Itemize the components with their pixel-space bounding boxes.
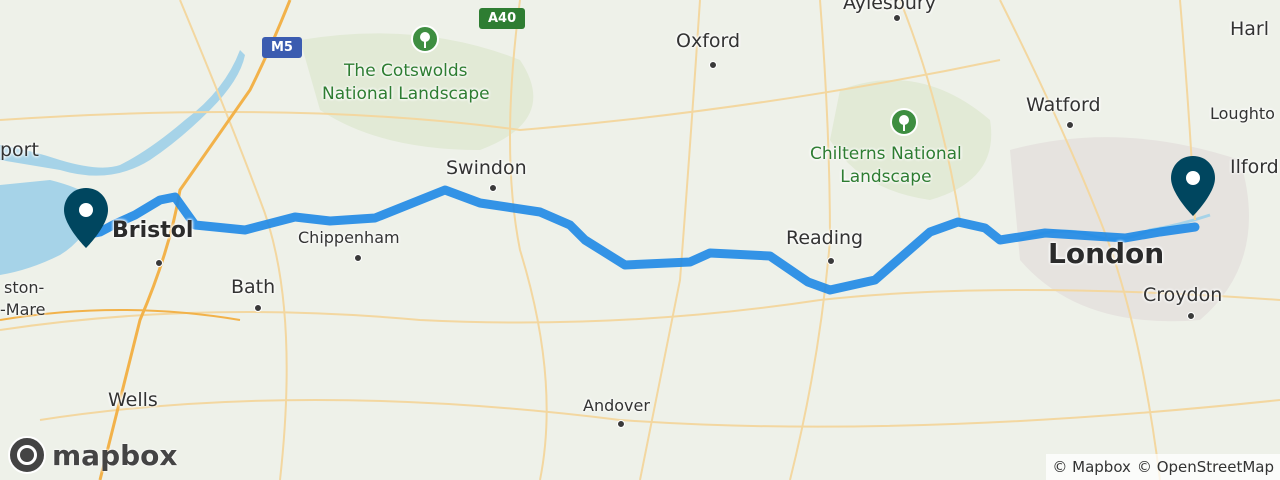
park-label-cotswolds: The Cotswolds National Landscape	[322, 61, 490, 104]
city-dot	[489, 184, 497, 192]
mapbox-logo-text: mapbox	[52, 438, 178, 472]
city-label: Ilford	[1230, 156, 1279, 178]
attribution-bar: © Mapbox © OpenStreetMap	[1046, 454, 1280, 480]
attribution-osm-link[interactable]: © OpenStreetMap	[1137, 458, 1274, 476]
city-label: Loughto	[1210, 104, 1275, 123]
city-dot	[254, 304, 262, 312]
city-label: Swindon	[446, 157, 527, 179]
city-label: Aylesbury	[843, 0, 936, 14]
city-dot	[354, 254, 362, 262]
city-label: Croydon	[1143, 284, 1223, 306]
city-label: Wells	[108, 389, 158, 411]
end-marker-pin-icon[interactable]	[1168, 154, 1218, 224]
start-marker-pin-icon[interactable]	[61, 186, 111, 256]
city-dot	[617, 420, 625, 428]
city-label: Harl	[1230, 18, 1270, 40]
city-label: Bath	[231, 276, 276, 298]
attribution-mapbox-link[interactable]: © Mapbox	[1052, 458, 1131, 476]
city-label: -Mare	[0, 300, 46, 319]
mapbox-logo-icon	[8, 436, 46, 474]
city-label: port	[0, 139, 39, 161]
city-label: Watford	[1026, 94, 1101, 116]
park-label-chilterns: Chilterns National Landscape	[810, 144, 962, 187]
city-dot	[155, 259, 163, 267]
city-dot	[709, 61, 717, 69]
city-dot	[1187, 312, 1195, 320]
mapbox-logo[interactable]: mapbox	[8, 436, 177, 474]
city-dot	[1066, 121, 1074, 129]
city-dot	[827, 257, 835, 265]
city-label: Andover	[583, 396, 650, 415]
park-tree-icon	[411, 25, 439, 53]
park-tree-icon	[890, 108, 918, 136]
m5-road-shield: M5	[262, 37, 302, 58]
city-label: ston-	[4, 278, 45, 297]
a40-road-shield: A40	[479, 8, 526, 29]
city-label: Reading	[786, 227, 864, 249]
city-label: Bristol	[112, 218, 194, 243]
city-dot	[893, 14, 901, 22]
city-label: Oxford	[676, 30, 741, 52]
map-canvas[interactable]: A40 M5 The Cotswolds National Landscape …	[0, 0, 1280, 480]
city-label: Chippenham	[298, 228, 400, 247]
city-label-london: London	[1048, 237, 1165, 270]
